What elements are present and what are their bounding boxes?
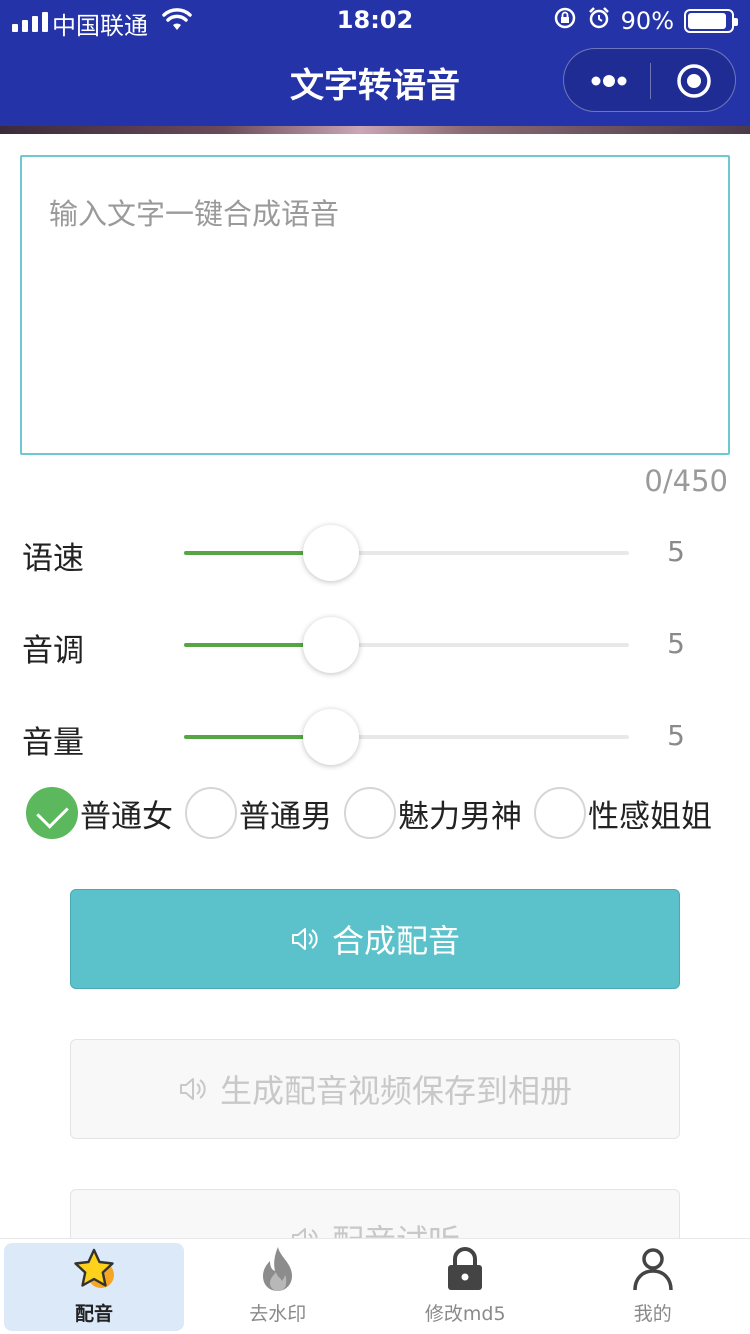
voice-option-normal-male[interactable]: 普通男 — [185, 787, 332, 839]
slider-value: 5 — [667, 719, 685, 752]
speaker-icon — [290, 925, 320, 953]
slider-value: 5 — [667, 627, 685, 660]
synthesize-label: 合成配音 — [331, 922, 460, 960]
tab-label: 修改md5 — [424, 1303, 506, 1325]
status-right: 90% — [553, 6, 738, 36]
text-input[interactable] — [20, 155, 730, 455]
radio-button[interactable] — [26, 787, 78, 839]
voice-option-sexy-sister[interactable]: 性感姐姐 — [534, 787, 712, 839]
slider-label: 语速 — [22, 541, 84, 577]
slider-row-speed: 语速 5 — [0, 523, 750, 583]
slider-label: 音量 — [22, 725, 84, 761]
slider-row-volume: 音量 5 — [0, 707, 750, 767]
person-icon — [629, 1245, 677, 1293]
tab-label: 去水印 — [249, 1303, 307, 1325]
voice-label: 魅力男神 — [398, 798, 522, 835]
more-dots-icon[interactable] — [590, 71, 628, 91]
tab-mine[interactable]: 我的 — [559, 1239, 747, 1334]
voice-label: 普通女 — [80, 798, 173, 835]
battery-icon — [684, 9, 738, 33]
battery-percent: 90% — [620, 7, 674, 35]
char-counter: 0/450 — [644, 464, 728, 498]
capsule-divider — [650, 63, 651, 99]
voice-option-charming-male[interactable]: 魅力男神 — [344, 787, 522, 839]
slider-thumb[interactable] — [302, 525, 359, 581]
voice-option-normal-female[interactable]: 普通女 — [26, 787, 173, 839]
save-video-button[interactable]: 生成配音视频保存到相册 — [70, 1039, 680, 1139]
speed-slider[interactable] — [184, 525, 629, 581]
voice-label: 性感姐姐 — [588, 798, 712, 835]
top-bar: 中国联通 18:02 90% 文字转语音 — [0, 0, 750, 128]
lock-icon — [441, 1245, 489, 1293]
tab-label: 我的 — [633, 1303, 672, 1325]
radio-button[interactable] — [344, 787, 396, 839]
flame-icon — [254, 1245, 302, 1293]
battery-level — [688, 13, 726, 29]
tab-modify-md5[interactable]: 修改md5 — [372, 1239, 560, 1334]
voice-label: 普通男 — [239, 798, 332, 835]
star-icon — [70, 1245, 118, 1293]
tab-dubbing[interactable]: 配音 — [4, 1243, 184, 1331]
volume-slider[interactable] — [184, 709, 629, 765]
rotation-lock-icon — [553, 6, 577, 36]
slider-thumb[interactable] — [302, 709, 359, 765]
synthesize-button[interactable]: 合成配音 — [70, 889, 680, 989]
app-root: 中国联通 18:02 90% 文字转语音 输入文字一键合成语音 0/450 语速… — [0, 0, 750, 1334]
tab-remove-watermark[interactable]: 去水印 — [184, 1239, 372, 1334]
voice-radio-group: 普通女 普通男 魅力男神 性感姐姐 — [26, 786, 712, 840]
slider-value: 5 — [667, 535, 685, 568]
bottom-tab-bar: 配音 去水印 修改md5 我的 — [0, 1238, 750, 1334]
slider-thumb[interactable] — [302, 617, 359, 673]
slider-row-pitch: 音调 5 — [0, 615, 750, 675]
banner-image-strip — [0, 126, 750, 134]
slider-label: 音调 — [22, 633, 84, 669]
tab-label: 配音 — [74, 1303, 113, 1325]
mini-program-capsule — [563, 48, 736, 112]
alarm-icon — [587, 6, 611, 36]
radio-button[interactable] — [534, 787, 586, 839]
pitch-slider[interactable] — [184, 617, 629, 673]
speaker-icon — [178, 1075, 208, 1103]
target-icon[interactable] — [676, 63, 712, 99]
radio-button[interactable] — [185, 787, 237, 839]
save-video-label: 生成配音视频保存到相册 — [219, 1072, 572, 1110]
status-bar: 中国联通 18:02 90% — [0, 0, 750, 40]
